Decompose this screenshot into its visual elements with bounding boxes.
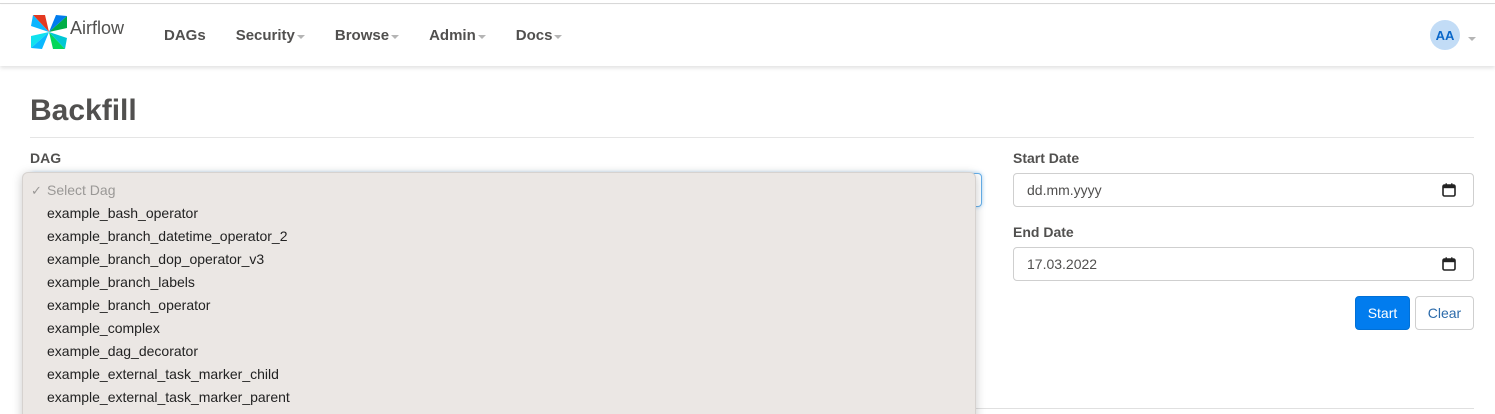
start-date-label: Start Date <box>1013 150 1080 166</box>
dag-option-label: example_branch_dop_operator_v3 <box>47 251 265 267</box>
checkmark-icon: ✓ <box>31 183 42 198</box>
calendar-icon[interactable] <box>1442 183 1456 197</box>
dag-dropdown-menu: ✓ Select Dag example_bash_operator examp… <box>22 172 976 414</box>
dag-option-label: example_branch_datetime_operator_2 <box>47 228 288 244</box>
calendar-icon[interactable] <box>1442 257 1456 271</box>
dag-option[interactable]: example_external_task_marker_parent <box>23 386 975 409</box>
section-divider <box>975 408 1474 409</box>
title-divider <box>30 137 1474 138</box>
dag-option-placeholder[interactable]: ✓ Select Dag <box>23 179 975 202</box>
dag-option[interactable]: example_complex <box>23 317 975 340</box>
dag-option-label: example_complex <box>47 320 160 336</box>
dag-option-label: example_bash_operator <box>47 205 198 221</box>
dag-option-list: ✓ Select Dag example_bash_operator examp… <box>23 173 975 409</box>
brand-name: Airflow <box>70 17 125 38</box>
nav-item-docs[interactable]: Docs <box>516 27 563 44</box>
nav-item-label: Docs <box>515 27 553 44</box>
nav-item-browse[interactable]: Browse <box>334 27 400 44</box>
main-nav: DAGs Security Browse Admin Docs <box>164 5 592 66</box>
caret-down-icon <box>477 35 486 39</box>
dag-option[interactable]: example_dag_decorator <box>23 340 975 363</box>
caret-down-icon <box>391 35 400 39</box>
navbar: Airflow DAGs Security Browse Admin Docs … <box>0 5 1495 66</box>
nav-item-admin[interactable]: Admin <box>429 27 486 44</box>
nav-item-label: DAGs <box>164 27 206 44</box>
dag-option-label: Select Dag <box>47 182 116 198</box>
dag-option[interactable]: example_branch_datetime_operator_2 <box>23 225 975 248</box>
dag-option-label: example_branch_labels <box>47 274 195 290</box>
dag-option[interactable]: example_branch_operator <box>23 294 975 317</box>
top-edge <box>0 0 1495 4</box>
nav-item-label: Admin <box>429 27 476 44</box>
dag-option-label: example_dag_decorator <box>47 343 198 359</box>
end-date-label: End Date <box>1013 224 1074 240</box>
user-avatar[interactable]: AA <box>1430 20 1460 50</box>
start-date-value: dd.mm.yyyy <box>1027 182 1102 198</box>
end-date-value: 17.03.2022 <box>1027 256 1098 272</box>
clear-button[interactable]: Clear <box>1415 296 1474 330</box>
dag-option-label: example_external_task_marker_parent <box>47 389 290 405</box>
nav-item-label: Browse <box>334 27 390 44</box>
caret-down-icon <box>554 35 563 39</box>
dag-option[interactable]: example_external_task_marker_child <box>23 363 975 386</box>
dag-option[interactable]: example_branch_labels <box>23 271 975 294</box>
page-title: Backfill <box>30 94 137 127</box>
airflow-logo-icon <box>31 15 67 49</box>
dag-option[interactable]: example_branch_dop_operator_v3 <box>23 248 975 271</box>
user-menu-caret-icon[interactable] <box>1468 37 1476 41</box>
caret-down-icon <box>296 35 305 39</box>
dag-option-label: example_external_task_marker_child <box>47 366 279 382</box>
dag-label: DAG <box>30 150 62 166</box>
start-date-input[interactable]: dd.mm.yyyy <box>1013 173 1474 207</box>
dag-option[interactable]: example_bash_operator <box>23 202 975 225</box>
start-button[interactable]: Start <box>1355 296 1410 330</box>
dag-option-label: example_branch_operator <box>47 297 211 313</box>
nav-item-security[interactable]: Security <box>236 27 305 44</box>
nav-item-dags[interactable]: DAGs <box>164 27 206 44</box>
brand[interactable]: Airflow <box>30 14 124 50</box>
nav-item-label: Security <box>235 27 295 44</box>
end-date-input[interactable]: 17.03.2022 <box>1013 247 1474 281</box>
